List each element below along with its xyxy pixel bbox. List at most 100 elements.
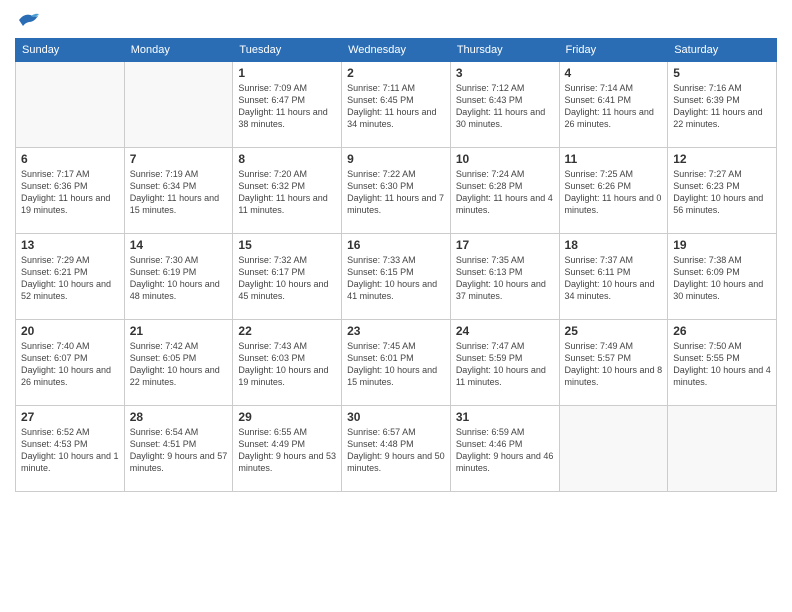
calendar-cell: 3Sunrise: 7:12 AMSunset: 6:43 PMDaylight… bbox=[450, 62, 559, 148]
day-number: 6 bbox=[21, 152, 119, 166]
calendar-cell bbox=[559, 406, 668, 492]
calendar-week-row: 1 Sunrise: 7:09 AMSunset: 6:47 PMDaylight… bbox=[16, 62, 777, 148]
day-number: 20 bbox=[21, 324, 119, 338]
calendar-cell bbox=[668, 406, 777, 492]
calendar-cell: 30 Sunrise: 6:57 AMSunset: 4:48 PMDayligh… bbox=[342, 406, 451, 492]
day-number: 10 bbox=[456, 152, 554, 166]
day-info: Sunrise: 7:32 AMSunset: 6:17 PMDaylight:… bbox=[238, 254, 336, 303]
day-number: 16 bbox=[347, 238, 445, 252]
day-number: 5 bbox=[673, 66, 771, 80]
day-info: Sunrise: 7:14 AMSunset: 6:41 PMDaylight:… bbox=[565, 82, 663, 131]
calendar-cell: 19 Sunrise: 7:38 AMSunset: 6:09 PMDayligh… bbox=[668, 234, 777, 320]
day-info: Sunrise: 7:22 AMSunset: 6:30 PMDaylight:… bbox=[347, 168, 445, 217]
day-info: Sunrise: 7:17 AMSunset: 6:36 PMDaylight:… bbox=[21, 168, 119, 217]
day-number: 22 bbox=[238, 324, 336, 338]
day-info: Sunrise: 7:43 AMSunset: 6:03 PMDaylight:… bbox=[238, 340, 336, 389]
calendar-cell: 21 Sunrise: 7:42 AMSunset: 6:05 PMDayligh… bbox=[124, 320, 233, 406]
calendar-cell: 22 Sunrise: 7:43 AMSunset: 6:03 PMDayligh… bbox=[233, 320, 342, 406]
day-number: 18 bbox=[565, 238, 663, 252]
day-info: Sunrise: 7:29 AMSunset: 6:21 PMDaylight:… bbox=[21, 254, 119, 303]
day-number: 8 bbox=[238, 152, 336, 166]
weekday-header-monday: Monday bbox=[124, 39, 233, 62]
calendar-cell: 20 Sunrise: 7:40 AMSunset: 6:07 PMDayligh… bbox=[16, 320, 125, 406]
day-number: 26 bbox=[673, 324, 771, 338]
calendar-cell: 9 Sunrise: 7:22 AMSunset: 6:30 PMDaylight… bbox=[342, 148, 451, 234]
day-info: Sunrise: 7:19 AMSunset: 6:34 PMDaylight:… bbox=[130, 168, 228, 217]
calendar-cell: 13 Sunrise: 7:29 AMSunset: 6:21 PMDayligh… bbox=[16, 234, 125, 320]
calendar-cell: 17Sunrise: 7:35 AMSunset: 6:13 PMDayligh… bbox=[450, 234, 559, 320]
calendar-cell: 28 Sunrise: 6:54 AMSunset: 4:51 PMDayligh… bbox=[124, 406, 233, 492]
day-number: 25 bbox=[565, 324, 663, 338]
day-info: Sunrise: 6:57 AMSunset: 4:48 PMDaylight:… bbox=[347, 426, 445, 475]
calendar-week-row: 6 Sunrise: 7:17 AMSunset: 6:36 PMDaylight… bbox=[16, 148, 777, 234]
day-info: Sunrise: 6:55 AMSunset: 4:49 PMDaylight:… bbox=[238, 426, 336, 475]
day-number: 30 bbox=[347, 410, 445, 424]
calendar-week-row: 27 Sunrise: 6:52 AMSunset: 4:53 PMDayligh… bbox=[16, 406, 777, 492]
day-info: Sunrise: 7:24 AMSunset: 6:28 PMDaylight:… bbox=[456, 168, 554, 217]
weekday-header-tuesday: Tuesday bbox=[233, 39, 342, 62]
day-info: Sunrise: 7:45 AMSunset: 6:01 PMDaylight:… bbox=[347, 340, 445, 389]
calendar-cell: 14Sunrise: 7:30 AMSunset: 6:19 PMDayligh… bbox=[124, 234, 233, 320]
day-number: 31 bbox=[456, 410, 554, 424]
calendar-cell: 11 Sunrise: 7:25 AMSunset: 6:26 PMDayligh… bbox=[559, 148, 668, 234]
calendar-week-row: 20 Sunrise: 7:40 AMSunset: 6:07 PMDayligh… bbox=[16, 320, 777, 406]
header bbox=[15, 10, 777, 30]
day-info: Sunrise: 7:37 AMSunset: 6:11 PMDaylight:… bbox=[565, 254, 663, 303]
day-number: 4 bbox=[565, 66, 663, 80]
day-number: 11 bbox=[565, 152, 663, 166]
calendar-cell: 5 Sunrise: 7:16 AMSunset: 6:39 PMDaylight… bbox=[668, 62, 777, 148]
calendar-cell: 12 Sunrise: 7:27 AMSunset: 6:23 PMDayligh… bbox=[668, 148, 777, 234]
weekday-header-saturday: Saturday bbox=[668, 39, 777, 62]
weekday-header-sunday: Sunday bbox=[16, 39, 125, 62]
calendar-cell: 16Sunrise: 7:33 AMSunset: 6:15 PMDayligh… bbox=[342, 234, 451, 320]
day-number: 13 bbox=[21, 238, 119, 252]
calendar-cell: 18 Sunrise: 7:37 AMSunset: 6:11 PMDayligh… bbox=[559, 234, 668, 320]
day-number: 7 bbox=[130, 152, 228, 166]
day-info: Sunrise: 7:16 AMSunset: 6:39 PMDaylight:… bbox=[673, 82, 771, 131]
page: SundayMondayTuesdayWednesdayThursdayFrid… bbox=[0, 0, 792, 612]
day-info: Sunrise: 7:38 AMSunset: 6:09 PMDaylight:… bbox=[673, 254, 771, 303]
day-number: 9 bbox=[347, 152, 445, 166]
weekday-header-friday: Friday bbox=[559, 39, 668, 62]
day-info: Sunrise: 7:40 AMSunset: 6:07 PMDaylight:… bbox=[21, 340, 119, 389]
day-info: Sunrise: 7:30 AMSunset: 6:19 PMDaylight:… bbox=[130, 254, 228, 303]
day-number: 21 bbox=[130, 324, 228, 338]
calendar-cell: 6 Sunrise: 7:17 AMSunset: 6:36 PMDaylight… bbox=[16, 148, 125, 234]
calendar-cell: 26 Sunrise: 7:50 AMSunset: 5:55 PMDayligh… bbox=[668, 320, 777, 406]
day-number: 1 bbox=[238, 66, 336, 80]
day-number: 29 bbox=[238, 410, 336, 424]
day-info: Sunrise: 7:49 AMSunset: 5:57 PMDaylight:… bbox=[565, 340, 663, 389]
day-number: 24 bbox=[456, 324, 554, 338]
logo bbox=[15, 10, 41, 30]
day-info: Sunrise: 7:42 AMSunset: 6:05 PMDaylight:… bbox=[130, 340, 228, 389]
day-number: 17 bbox=[456, 238, 554, 252]
day-info: Sunrise: 7:25 AMSunset: 6:26 PMDaylight:… bbox=[565, 168, 663, 217]
day-info: Sunrise: 7:11 AMSunset: 6:45 PMDaylight:… bbox=[347, 82, 445, 131]
day-number: 12 bbox=[673, 152, 771, 166]
calendar-week-row: 13 Sunrise: 7:29 AMSunset: 6:21 PMDayligh… bbox=[16, 234, 777, 320]
day-number: 27 bbox=[21, 410, 119, 424]
calendar-cell: 1 Sunrise: 7:09 AMSunset: 6:47 PMDaylight… bbox=[233, 62, 342, 148]
day-number: 23 bbox=[347, 324, 445, 338]
logo-bird-icon bbox=[17, 10, 41, 30]
day-number: 28 bbox=[130, 410, 228, 424]
weekday-header-wednesday: Wednesday bbox=[342, 39, 451, 62]
day-info: Sunrise: 7:50 AMSunset: 5:55 PMDaylight:… bbox=[673, 340, 771, 389]
day-info: Sunrise: 7:47 AMSunset: 5:59 PMDaylight:… bbox=[456, 340, 554, 389]
day-number: 19 bbox=[673, 238, 771, 252]
calendar-table: SundayMondayTuesdayWednesdayThursdayFrid… bbox=[15, 38, 777, 492]
day-info: Sunrise: 6:54 AMSunset: 4:51 PMDaylight:… bbox=[130, 426, 228, 475]
calendar-cell: 7 Sunrise: 7:19 AMSunset: 6:34 PMDaylight… bbox=[124, 148, 233, 234]
calendar-cell: 24 Sunrise: 7:47 AMSunset: 5:59 PMDayligh… bbox=[450, 320, 559, 406]
calendar-cell: 27 Sunrise: 6:52 AMSunset: 4:53 PMDayligh… bbox=[16, 406, 125, 492]
day-number: 15 bbox=[238, 238, 336, 252]
day-info: Sunrise: 7:09 AMSunset: 6:47 PMDaylight:… bbox=[238, 82, 336, 131]
day-info: Sunrise: 7:20 AMSunset: 6:32 PMDaylight:… bbox=[238, 168, 336, 217]
calendar-cell: 25 Sunrise: 7:49 AMSunset: 5:57 PMDayligh… bbox=[559, 320, 668, 406]
calendar-cell: 8 Sunrise: 7:20 AMSunset: 6:32 PMDaylight… bbox=[233, 148, 342, 234]
day-info: Sunrise: 6:59 AMSunset: 4:46 PMDaylight:… bbox=[456, 426, 554, 475]
day-number: 2 bbox=[347, 66, 445, 80]
day-info: Sunrise: 6:52 AMSunset: 4:53 PMDaylight:… bbox=[21, 426, 119, 475]
day-info: Sunrise: 7:27 AMSunset: 6:23 PMDaylight:… bbox=[673, 168, 771, 217]
calendar-cell bbox=[16, 62, 125, 148]
